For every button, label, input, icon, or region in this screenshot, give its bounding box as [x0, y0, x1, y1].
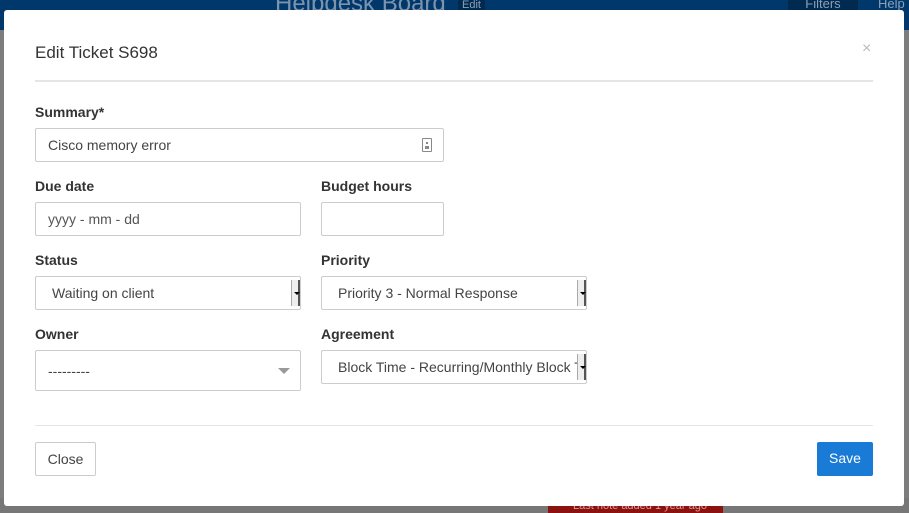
divider [35, 80, 873, 82]
budget-hours-input[interactable] [321, 202, 444, 236]
status-value: Waiting on client [52, 285, 155, 301]
agreement-select[interactable]: Block Time - Recurring/Monthly Block Tim… [321, 350, 587, 384]
agreement-label: Agreement [321, 326, 395, 342]
owner-label: Owner [35, 326, 79, 342]
summary-value: Cisco memory error [48, 137, 171, 153]
status-select[interactable]: Waiting on client [35, 276, 301, 310]
priority-select[interactable]: Priority 3 - Normal Response [321, 276, 587, 310]
priority-label: Priority [321, 252, 371, 268]
due-date-input[interactable]: yyyy - mm - dd [35, 202, 301, 236]
due-date-label: Due date [35, 178, 95, 194]
dropdown-arrow-icon [577, 280, 586, 306]
summary-label: Summary* [35, 104, 105, 120]
divider [35, 425, 873, 426]
chevron-down-icon [278, 368, 290, 374]
close-button[interactable]: Close [35, 442, 96, 476]
dropdown-arrow-icon [291, 280, 300, 306]
edit-ticket-modal: Edit Ticket S698 × Summary* Cisco memory… [4, 10, 904, 506]
dropdown-arrow-icon [577, 354, 586, 380]
summary-input[interactable]: Cisco memory error [35, 128, 444, 162]
save-button[interactable]: Save [817, 442, 873, 476]
owner-select[interactable]: --------- [35, 350, 301, 391]
contact-card-icon [422, 138, 432, 152]
status-label: Status [35, 252, 78, 268]
priority-value: Priority 3 - Normal Response [338, 285, 518, 301]
owner-value: --------- [48, 363, 90, 379]
modal-title: Edit Ticket S698 [35, 43, 158, 62]
budget-hours-label: Budget hours [321, 178, 412, 194]
close-icon[interactable]: × [862, 40, 871, 58]
filters-button[interactable]: Filters [788, 0, 858, 11]
agreement-value: Block Time - Recurring/Monthly Block Tim… [338, 359, 587, 375]
